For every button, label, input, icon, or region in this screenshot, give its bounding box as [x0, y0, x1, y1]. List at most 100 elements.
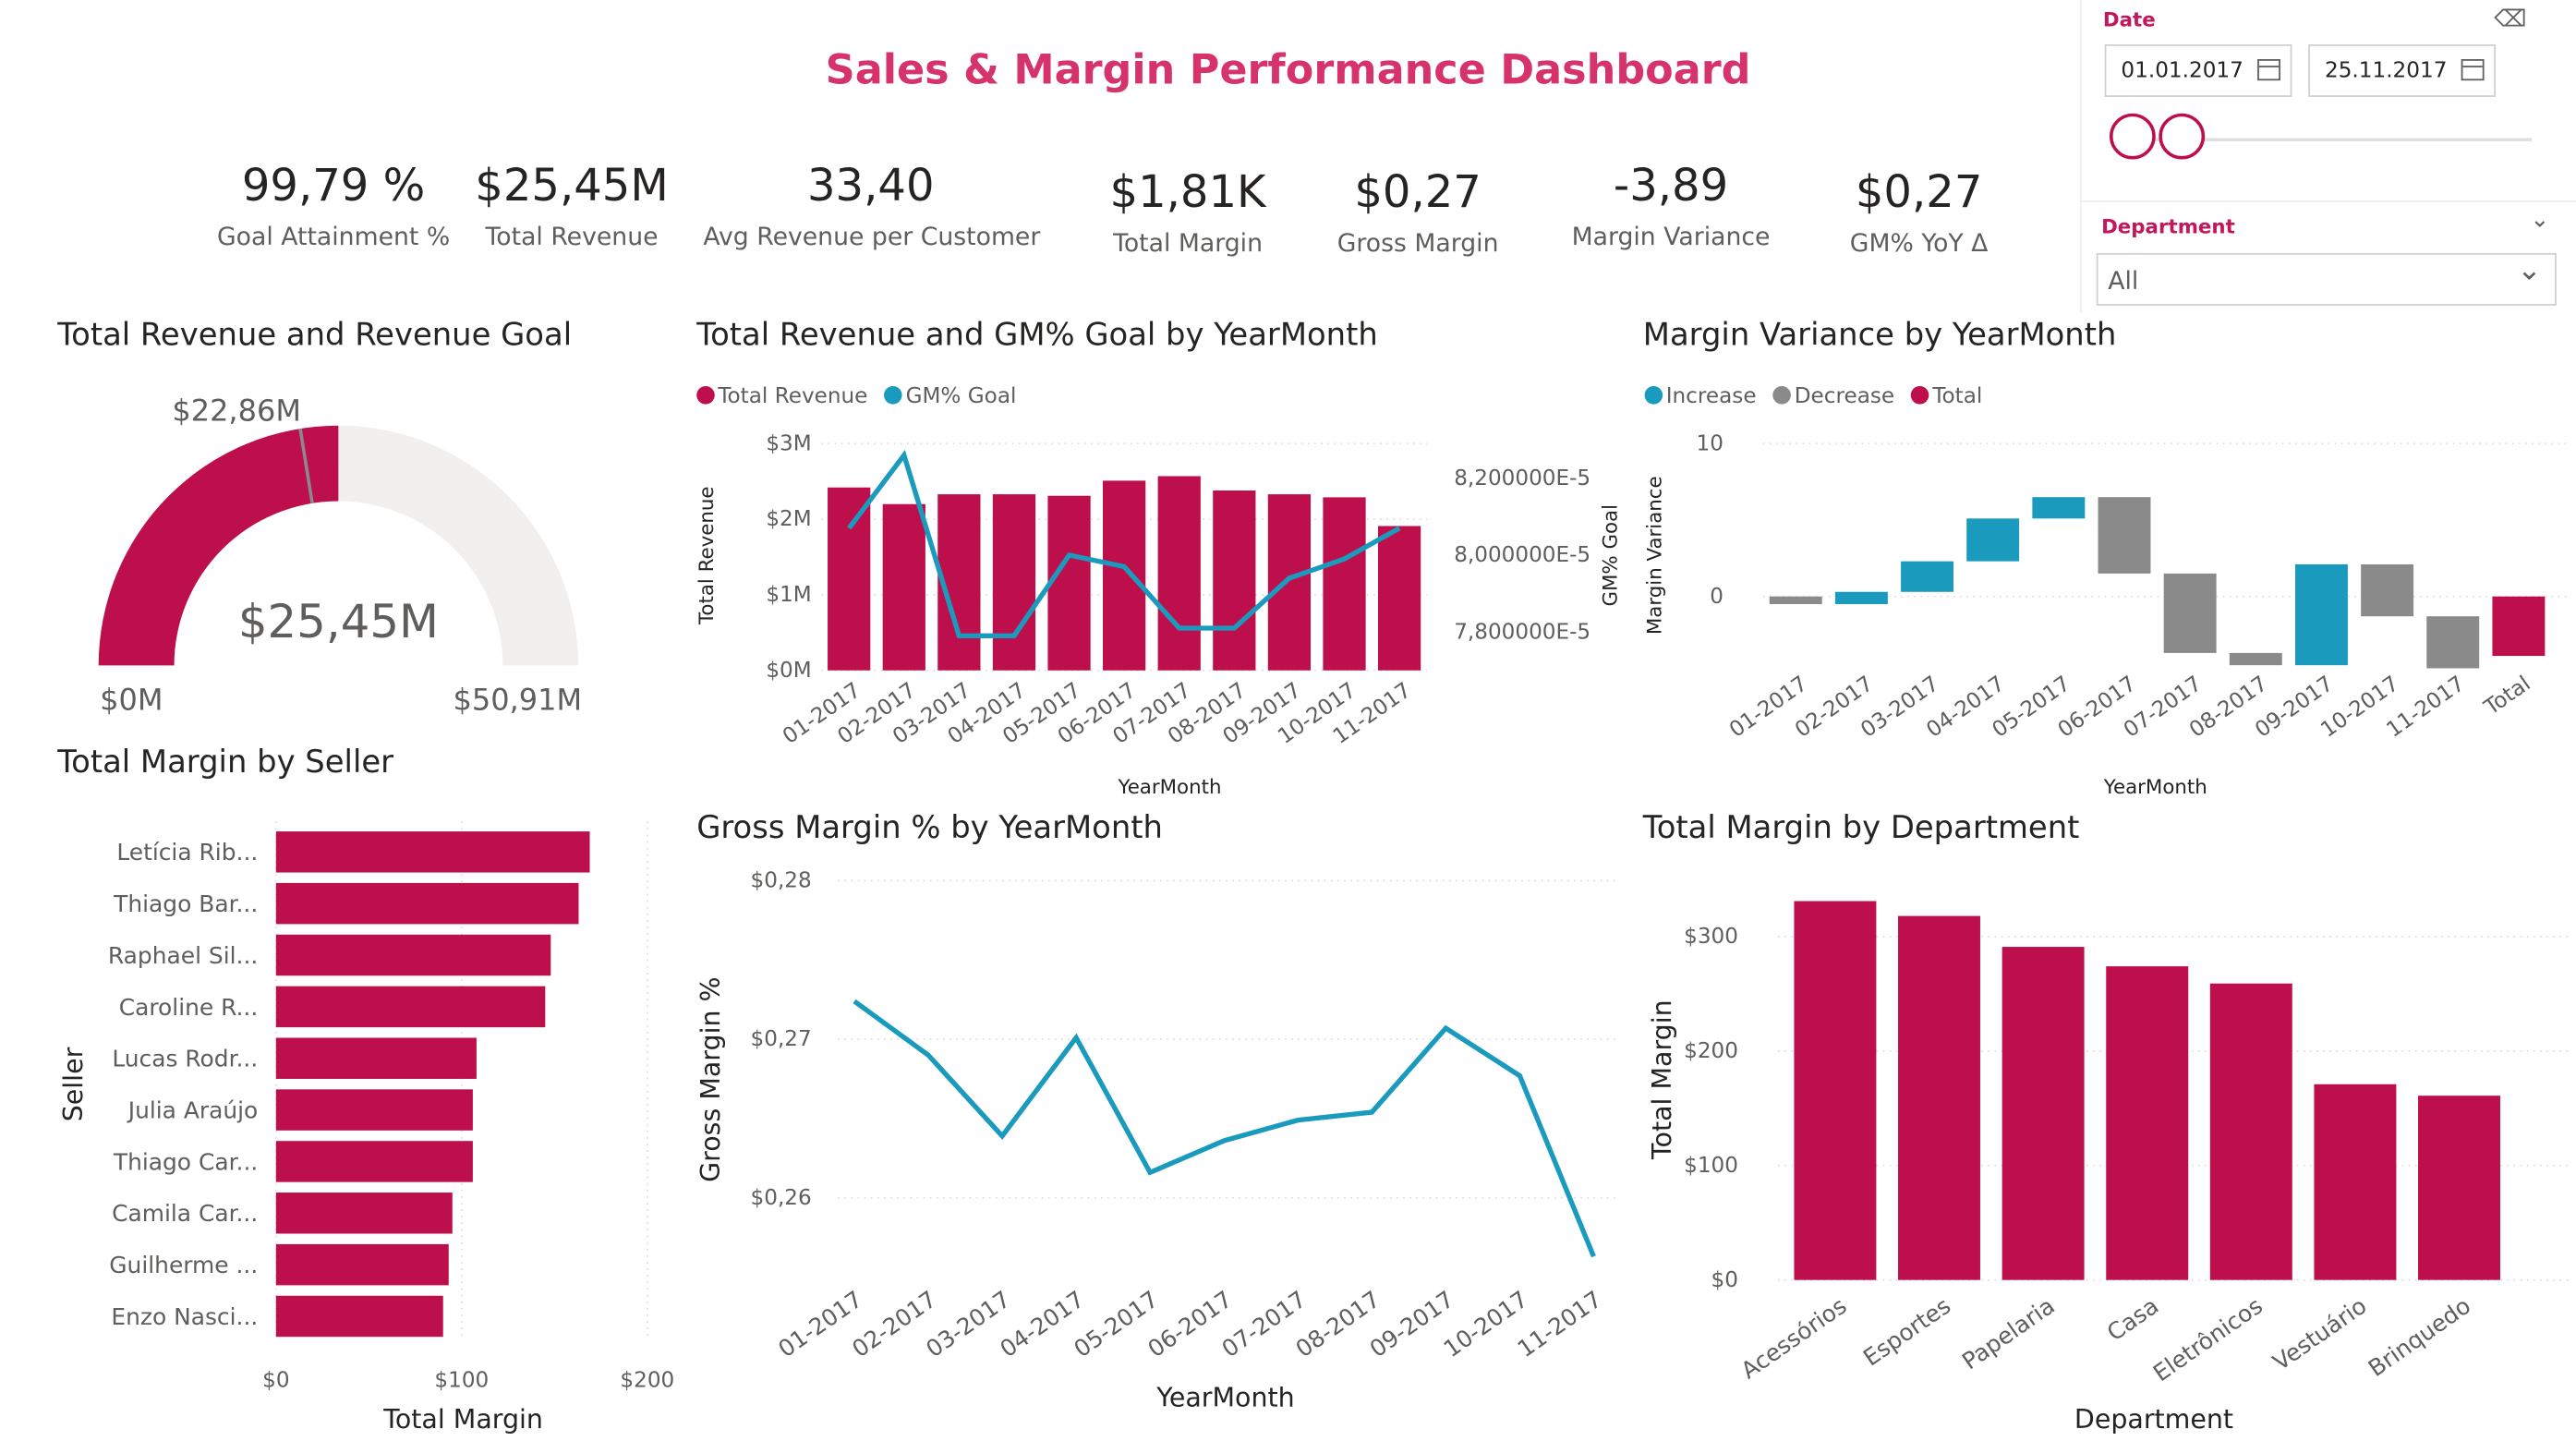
- y-tick-label: Raphael Sil...: [108, 942, 258, 969]
- kpi-total-margin[interactable]: $1,81K Total Margin: [1101, 167, 1276, 258]
- y-tick-label: Camila Car...: [112, 1200, 258, 1227]
- kpi-value: $25,45M: [475, 161, 669, 212]
- x-tick-label: 07-2017: [1217, 1286, 1312, 1362]
- legend-item[interactable]: GM% Goal: [884, 384, 1016, 409]
- legend-dot: [1911, 386, 1929, 405]
- y-tick-label: $200: [1684, 1039, 1738, 1063]
- calendar-icon[interactable]: [2257, 59, 2280, 81]
- legend-item[interactable]: Increase: [1644, 384, 1757, 409]
- y-axis-title: Total Revenue: [695, 486, 719, 624]
- dept-title: Total Margin by Department: [1642, 809, 2080, 847]
- gauge-goal-label: $22,86M: [172, 393, 301, 428]
- seller-bar: [275, 986, 546, 1028]
- waterfall-increase-bar: [2032, 497, 2086, 519]
- start-date-input[interactable]: 01.01.2017: [2104, 44, 2292, 97]
- seller-bar: [275, 934, 551, 976]
- waterfall-decrease-bar: [2163, 573, 2217, 653]
- department-bar: [2418, 1096, 2500, 1280]
- waterfall-increase-bar: [1834, 591, 1888, 604]
- seller-bar-chart[interactable]: $0 $100 $200 Letícia Rib... Thiago Bar... Rap…: [49, 805, 690, 1441]
- x-tick-label: Brinquedo: [2364, 1292, 2475, 1382]
- waterfall-decrease-bar: [2098, 497, 2151, 574]
- waterfall-chart[interactable]: 01001-201702-201703-201704-201705-201706…: [1635, 414, 2576, 808]
- legend-item[interactable]: Decrease: [1772, 384, 1894, 409]
- gross-margin-line-chart[interactable]: $0,26 $0,27 $0,28 01-201702-201703-201704-2…: [683, 846, 1623, 1422]
- y2-tick-label: 8,000000E-5: [1454, 543, 1590, 567]
- kpi-label: Margin Variance: [1571, 222, 1771, 252]
- waterfall-increase-bar: [1966, 518, 2020, 562]
- x-tick-label: 11-2017: [1513, 1286, 1607, 1362]
- department-bar: [2209, 983, 2292, 1280]
- x-tick-label: $200: [620, 1368, 674, 1392]
- eraser-icon[interactable]: ⌫: [2494, 6, 2526, 32]
- revenue-bar: [1157, 476, 1201, 671]
- end-date-value: 25.11.2017: [2325, 59, 2448, 84]
- y-tick-label: Lucas Rodr...: [112, 1046, 258, 1072]
- y-tick-label: 0: [1710, 585, 1723, 609]
- kpi-total-revenue[interactable]: $25,45M Total Revenue: [473, 161, 670, 251]
- legend-item[interactable]: Total: [1911, 384, 1982, 409]
- y-axis-title: Margin Variance: [1643, 476, 1666, 635]
- y-axis-title: Total Margin: [1647, 999, 1677, 1160]
- legend-item[interactable]: Total Revenue: [696, 384, 867, 409]
- x-axis-title: YearMonth: [2103, 776, 2207, 799]
- x-tick-label: 08-2017: [1291, 1286, 1385, 1362]
- waterfall-legend: Increase Decrease Total: [1644, 384, 1992, 409]
- legend-label: Increase: [1665, 384, 1757, 409]
- x-axis-title: Total Margin: [382, 1404, 543, 1435]
- date-slicer-label: Date: [2102, 7, 2156, 31]
- y-tick-label: $300: [1684, 925, 1738, 949]
- waterfall-increase-bar: [2294, 563, 2348, 666]
- gauge-value-label: $25,45M: [238, 595, 439, 648]
- y-tick-label: Guilherme ...: [109, 1252, 258, 1278]
- x-axis-title: YearMonth: [1117, 776, 1221, 799]
- legend-dot: [884, 386, 903, 405]
- y-tick-label: $0,28: [751, 869, 812, 893]
- kpi-gross-margin[interactable]: $0,27 Gross Margin: [1331, 167, 1506, 258]
- kpi-value: 99,79 %: [241, 161, 426, 212]
- seller-title: Total Margin by Seller: [57, 744, 394, 781]
- revenue-bar: [1047, 495, 1091, 671]
- gauge-min-label: $0M: [100, 682, 163, 717]
- revenue-bar: [828, 487, 871, 671]
- x-tick-label: Total: [2480, 672, 2535, 720]
- end-date-input[interactable]: 25.11.2017: [2308, 44, 2496, 97]
- kpi-margin-variance[interactable]: -3,89 Margin Variance: [1564, 161, 1777, 251]
- report-canvas: Sales & Margin Performance Dashboard 99,…: [0, 0, 2576, 1441]
- kpi-avg-revenue-per-customer[interactable]: 33,40 Avg Revenue per Customer: [703, 161, 1040, 251]
- revenue-bar: [1323, 497, 1366, 671]
- y-axis-title: Seller: [58, 1047, 89, 1121]
- kpi-label: Total Revenue: [485, 222, 659, 252]
- x-tick-label: 05-2017: [1069, 1286, 1163, 1362]
- y2-axis-title: GM% Goal: [1599, 504, 1622, 607]
- combo-chart[interactable]: $0M $1M $2M $3M 7,800000E-5 8,000000E-5 8,2000…: [683, 414, 1623, 808]
- date-slider-end-handle[interactable]: [2159, 113, 2206, 160]
- x-tick-label: $0: [262, 1368, 289, 1392]
- revenue-bar: [1377, 526, 1421, 671]
- calendar-icon[interactable]: [2461, 59, 2485, 81]
- kpi-gm-yoy-delta[interactable]: $0,27 GM% YoY Δ: [1837, 167, 2002, 258]
- y-tick-label: $3M: [766, 431, 811, 455]
- gauge-max-label: $50,91M: [454, 682, 583, 717]
- chevron-down-icon[interactable]: ⌄: [2530, 207, 2549, 233]
- kpi-goal-attainment[interactable]: 99,79 % Goal Attainment %: [217, 161, 451, 251]
- revenue-gauge[interactable]: $25,45M $22,86M $0M $50,91M: [49, 369, 640, 731]
- y-tick-label: $0,27: [751, 1027, 812, 1051]
- waterfall-decrease-bar: [2361, 563, 2414, 617]
- waterfall-title: Margin Variance by YearMonth: [1642, 317, 2117, 354]
- x-tick-label: 04-2017: [995, 1286, 1089, 1362]
- department-selected-value: All: [2108, 266, 2139, 297]
- y-tick-label: $2M: [766, 507, 811, 531]
- legend-dot: [696, 386, 715, 405]
- x-tick-label: Papelaria: [1957, 1292, 2060, 1375]
- y-tick-label: Julia Araújo: [127, 1096, 259, 1123]
- seller-bar: [275, 1193, 453, 1234]
- chevron-down-icon[interactable]: ⌄: [2517, 245, 2542, 297]
- date-slider-start-handle[interactable]: [2109, 113, 2156, 160]
- combo-title: Total Revenue and GM% Goal by YearMonth: [696, 317, 1378, 354]
- kpi-value: 33,40: [807, 161, 935, 212]
- department-bar-chart[interactable]: $0 $100 $200 $300 Acessórios Esportes Papelari…: [1635, 846, 2576, 1441]
- kpi-value: $0,27: [1855, 167, 1983, 219]
- x-tick-label: 01-2017: [773, 1286, 867, 1362]
- department-dropdown[interactable]: All ⌄: [2096, 252, 2557, 306]
